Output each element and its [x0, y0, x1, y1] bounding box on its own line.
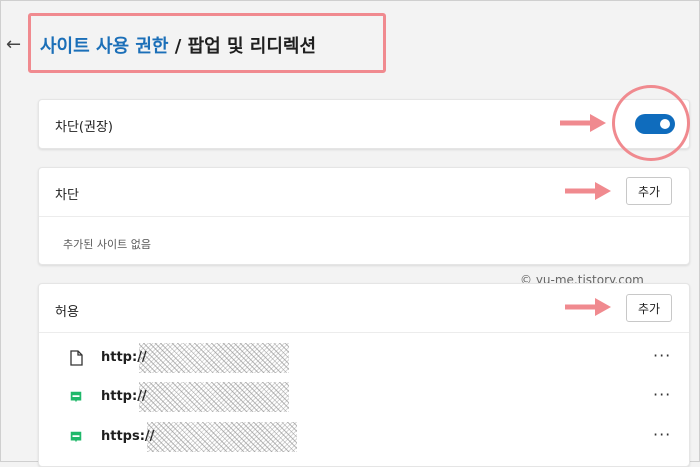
breadcrumb-separator: / — [168, 36, 188, 57]
breadcrumb-link[interactable]: 사이트 사용 권한 — [40, 36, 168, 57]
site-row[interactable]: http:// ··· — [39, 379, 689, 415]
allow-add-button[interactable]: 추가 — [626, 294, 672, 322]
redacted-area — [139, 382, 289, 412]
toggle-knob — [660, 119, 670, 129]
more-options-button[interactable]: ··· — [653, 425, 671, 444]
allow-section-title: 허용 — [55, 305, 79, 320]
pointer-arrow-icon — [560, 114, 606, 132]
blog-icon — [70, 391, 82, 403]
site-row[interactable]: https:// ··· — [39, 419, 689, 455]
divider — [39, 216, 689, 217]
more-options-button[interactable]: ··· — [653, 385, 671, 404]
block-toggle[interactable] — [635, 114, 675, 134]
blog-icon — [70, 431, 82, 443]
divider — [39, 332, 689, 333]
breadcrumb-current: 팝업 및 리디렉션 — [187, 36, 317, 57]
redacted-area — [139, 343, 289, 373]
pointer-arrow-icon — [565, 298, 611, 316]
site-row[interactable]: http:// ··· — [39, 340, 689, 376]
pointer-arrow-icon — [565, 182, 611, 200]
empty-state-text: 추가된 사이트 없음 — [63, 238, 151, 251]
deny-section-title: 차단 — [55, 188, 79, 203]
back-arrow-icon[interactable]: ← — [6, 34, 21, 55]
deny-add-button[interactable]: 추가 — [626, 177, 672, 205]
file-icon — [70, 350, 83, 366]
more-options-button[interactable]: ··· — [653, 346, 671, 365]
page-title: 사이트 사용 권한 / 팝업 및 리디렉션 — [40, 32, 316, 58]
block-setting-label: 차단(권장) — [55, 120, 113, 135]
redacted-area — [147, 422, 297, 452]
